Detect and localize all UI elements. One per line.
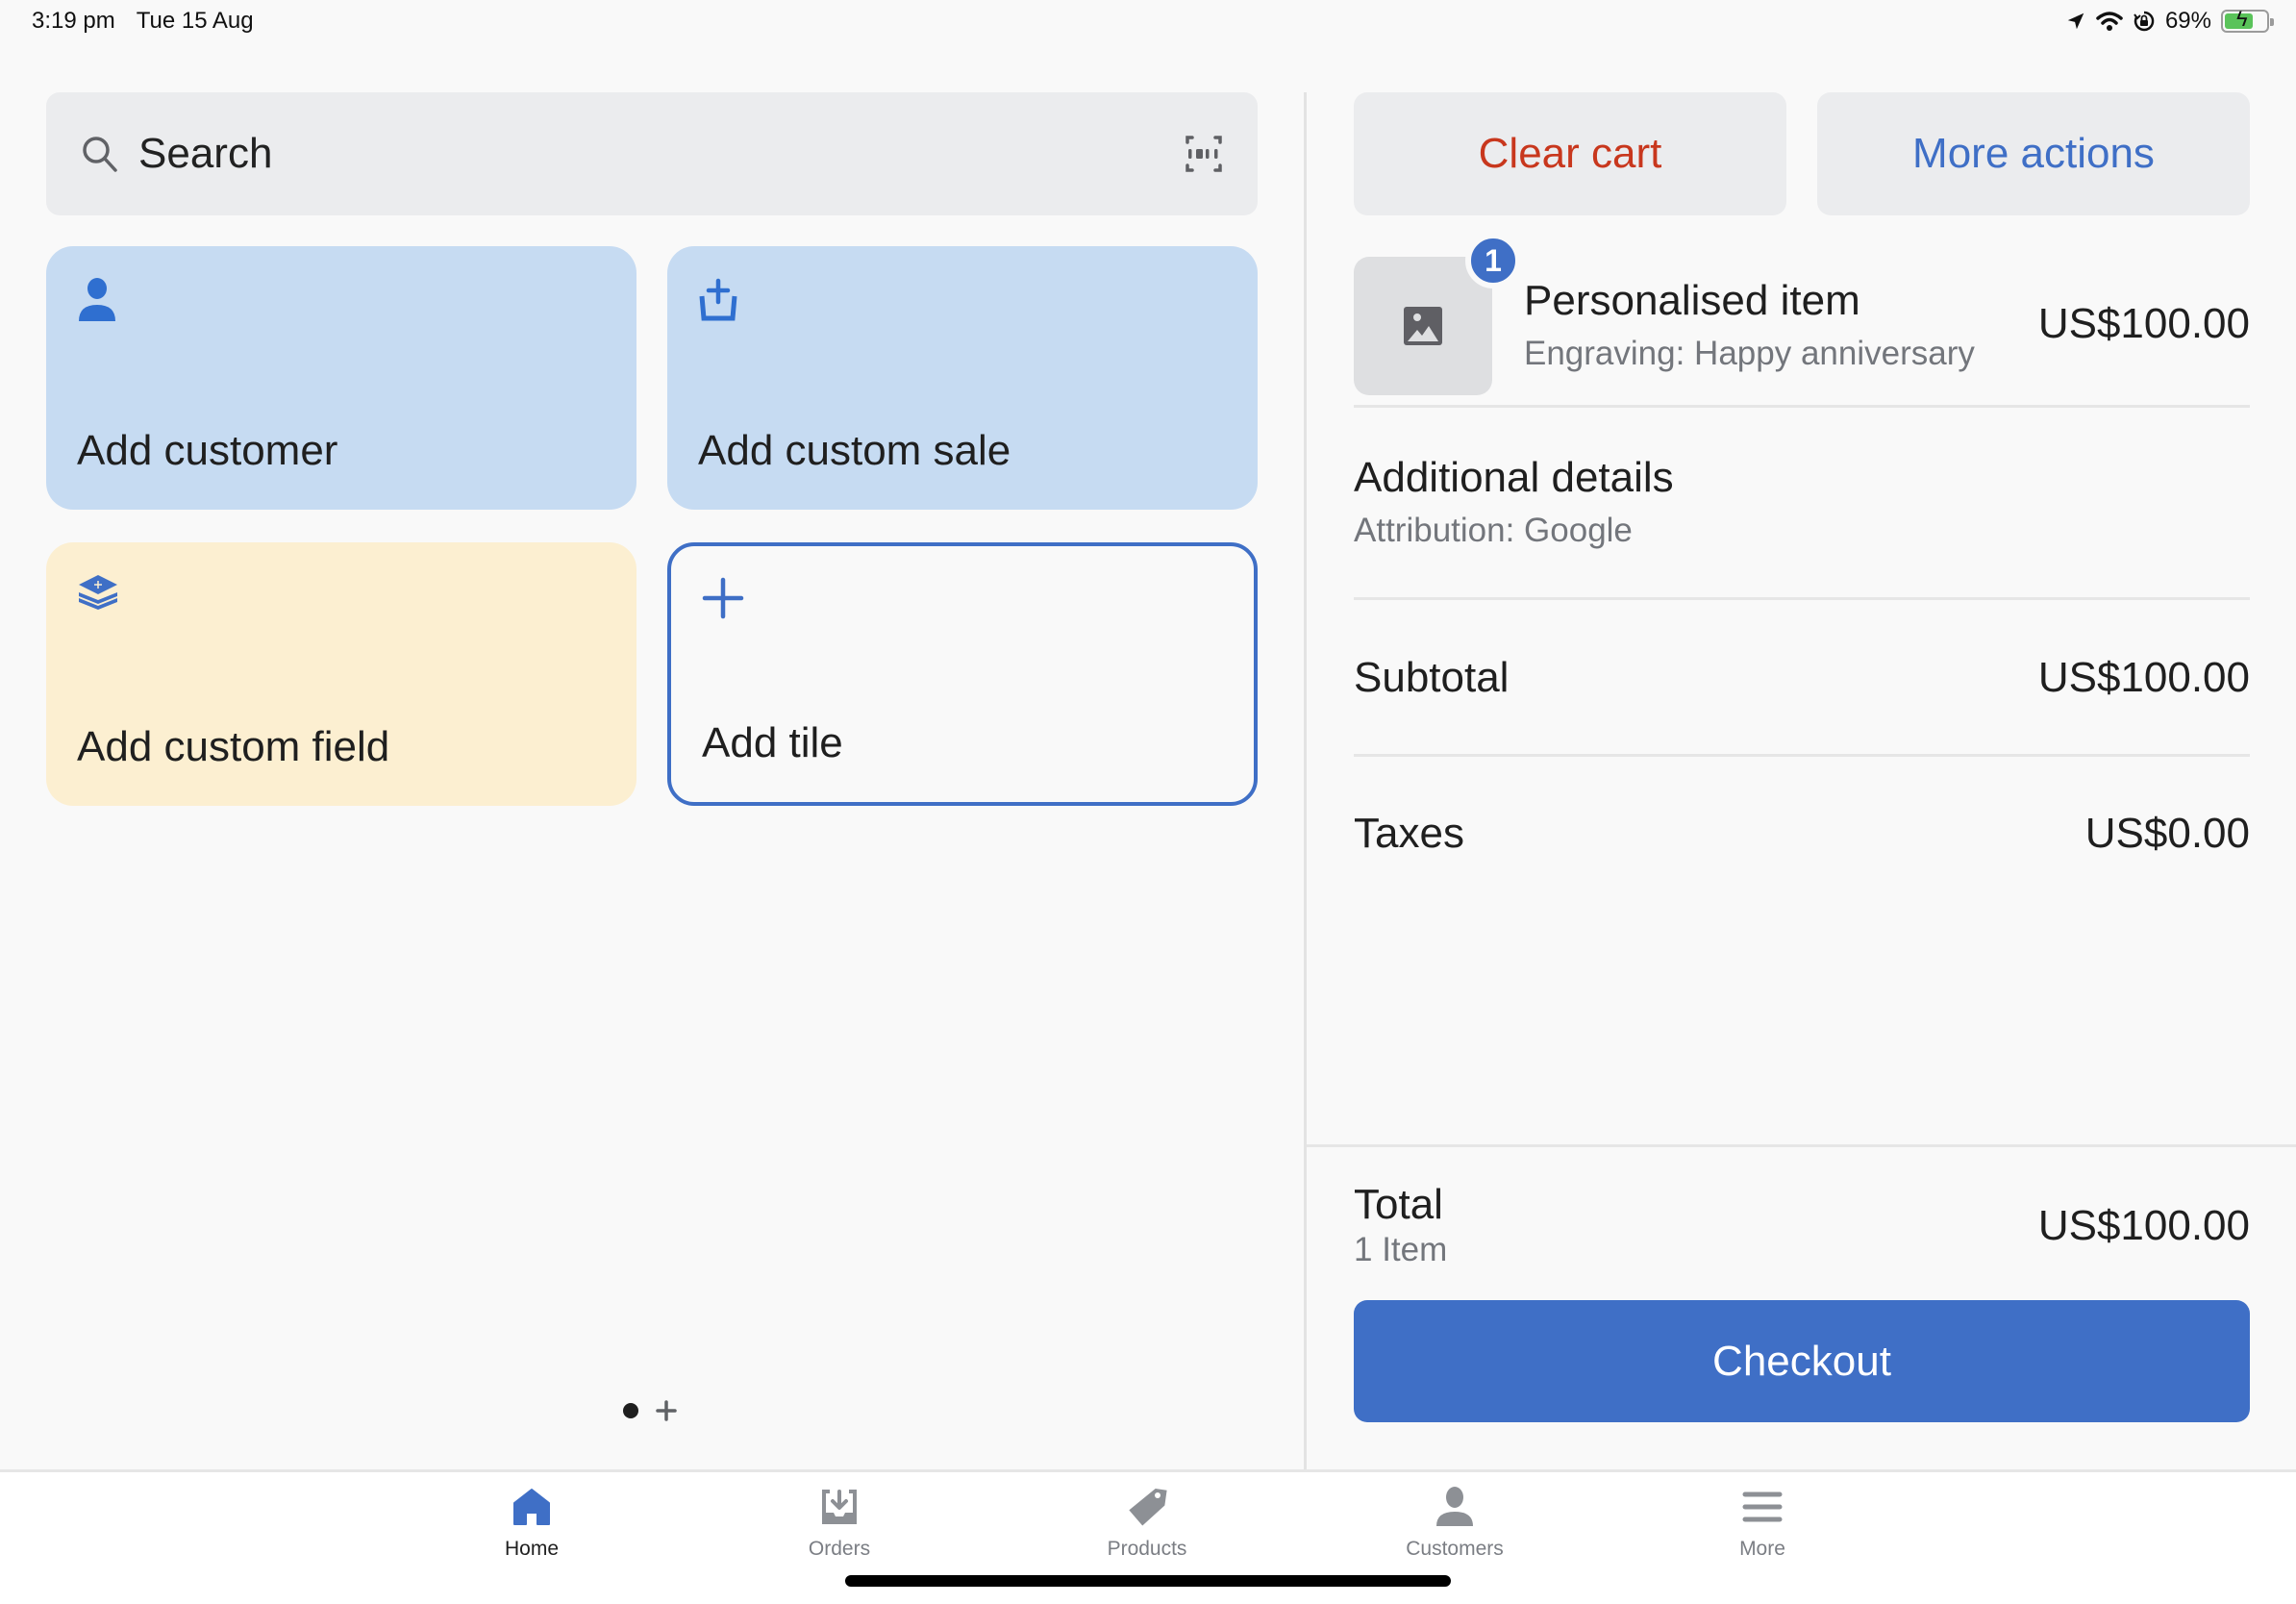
subtotal-label: Subtotal (1354, 654, 1510, 701)
battery-percent: 69% (2164, 8, 2211, 34)
tile-add-custom-sale[interactable]: Add custom sale (667, 246, 1258, 510)
nav-item-more[interactable]: More (1666, 1486, 1859, 1561)
nav-label: Home (504, 1538, 560, 1560)
plus-icon (702, 577, 744, 619)
clear-cart-button[interactable]: Clear cart (1354, 92, 1786, 215)
cart-item-detail: Engraving: Happy anniversary (1524, 335, 1975, 372)
tile-label: Add custom sale (698, 427, 1011, 474)
nav-item-orders[interactable]: Orders (743, 1486, 936, 1561)
person-icon (79, 278, 115, 321)
search-input[interactable]: Search (138, 130, 1185, 178)
charging-bolt-icon: ϟ (2236, 7, 2248, 31)
subtotal-value: US$100.00 (2037, 654, 2250, 701)
status-bar-left: 3:19 pm Tue 15 Aug (32, 8, 254, 35)
search-icon (83, 137, 117, 172)
layers-plus-icon (79, 575, 117, 610)
basket-plus-icon (699, 278, 737, 321)
total-value: US$100.00 (2037, 1202, 2250, 1249)
search-bar[interactable]: Search (46, 92, 1258, 215)
barcode-scan-icon[interactable] (1185, 135, 1223, 173)
menu-icon (1742, 1491, 1783, 1522)
nav-label: Customers (1406, 1538, 1504, 1560)
cart-item-quantity-badge: 1 (1465, 233, 1521, 288)
checkout-button[interactable]: Checkout (1354, 1300, 2250, 1422)
status-bar-right: 69% ϟ (2065, 7, 2274, 35)
taxes-label: Taxes (1354, 810, 1464, 857)
tile-label: Add tile (702, 719, 843, 766)
page-indicator (623, 1400, 677, 1421)
total-label: Total (1354, 1181, 1443, 1228)
nav-label: More (1739, 1538, 1785, 1560)
nav-label: Orders (808, 1538, 871, 1560)
home-indicator[interactable] (845, 1575, 1451, 1587)
tile-add-customer[interactable]: Add customer (46, 246, 636, 510)
tile-add-tile[interactable]: Add tile (667, 542, 1258, 806)
add-page-icon[interactable] (656, 1400, 677, 1421)
divider (1354, 754, 2250, 757)
tile-label: Add custom field (77, 723, 390, 770)
wifi-icon (2096, 12, 2123, 31)
total-item-count: 1 Item (1354, 1231, 1448, 1268)
image-placeholder-icon (1404, 307, 1442, 345)
tile-label: Add customer (77, 427, 338, 474)
cart-item-price: US$100.00 (2037, 300, 2250, 347)
divider (1307, 1144, 2296, 1147)
orders-tray-icon (822, 1490, 857, 1524)
more-actions-button[interactable]: More actions (1817, 92, 2250, 215)
additional-details-title[interactable]: Additional details (1354, 454, 1674, 502)
cart-item-name[interactable]: Personalised item (1524, 277, 1860, 325)
additional-details-value: Attribution: Google (1354, 512, 1633, 549)
taxes-value: US$0.00 (2084, 810, 2250, 857)
tile-add-custom-field[interactable]: Add custom field (46, 542, 636, 806)
home-icon (513, 1489, 550, 1525)
nav-item-products[interactable]: Products (1051, 1486, 1243, 1561)
location-arrow-icon (2067, 13, 2084, 30)
divider (1354, 597, 2250, 600)
nav-label: Products (1107, 1538, 1187, 1560)
battery-icon: ϟ (2221, 7, 2274, 33)
panel-divider (1304, 92, 1307, 1469)
page-dot-active[interactable] (623, 1403, 638, 1418)
nav-item-home[interactable]: Home (436, 1486, 628, 1561)
status-time: 3:19 pm (32, 8, 115, 34)
status-date: Tue 15 Aug (136, 8, 254, 34)
nav-item-customers[interactable]: Customers (1359, 1486, 1551, 1561)
orientation-lock-icon (2134, 11, 2155, 32)
tag-icon (1129, 1489, 1167, 1526)
person-icon (1436, 1487, 1473, 1526)
divider (1354, 405, 2250, 408)
